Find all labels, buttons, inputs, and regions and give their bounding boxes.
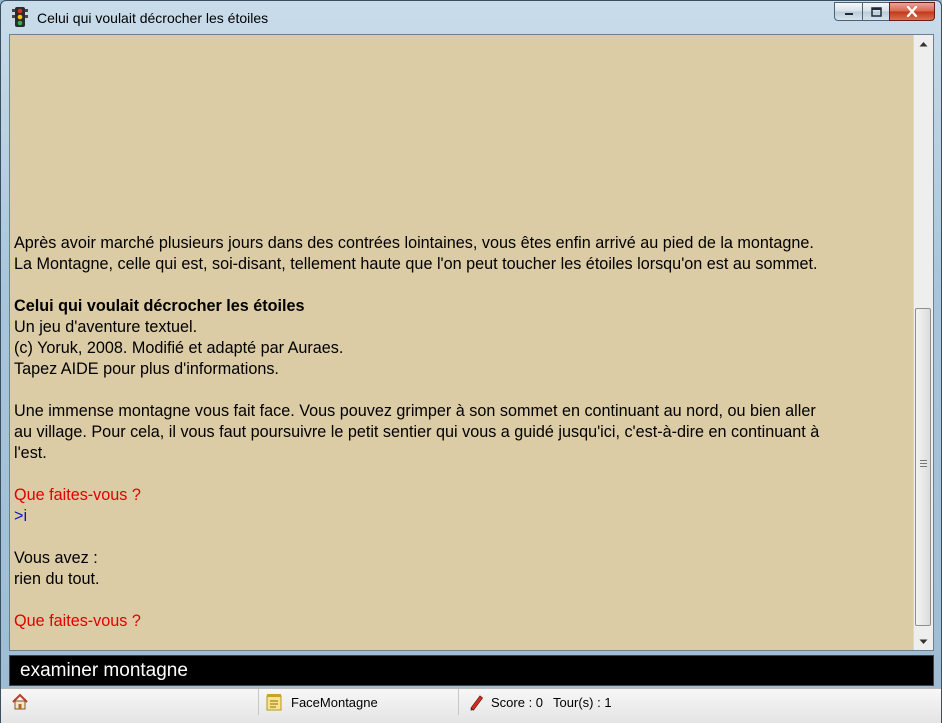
command-echo: >i xyxy=(14,507,28,525)
status-room: FaceMontagne xyxy=(259,689,459,715)
intro-line-1: Après avoir marché plusieurs jours dans … xyxy=(14,234,814,252)
room-description-line-3: l'est. xyxy=(14,444,47,462)
window-title: Celui qui voulait décrocher les étoiles xyxy=(37,10,269,26)
home-icon[interactable] xyxy=(11,693,29,711)
notepad-icon xyxy=(266,694,282,711)
status-bar: FaceMontagne Score : 0 Tour(s) : 1 xyxy=(1,688,941,723)
maximize-icon xyxy=(870,6,882,17)
scroll-down-button[interactable] xyxy=(914,633,933,650)
inventory-header: Vous avez : xyxy=(14,549,98,567)
title-bar[interactable]: Celui qui voulait décrocher les étoiles xyxy=(1,1,941,33)
game-credits: (c) Yoruk, 2008. Modifié et adapté par A… xyxy=(14,339,344,357)
game-subtitle: Un jeu d'aventure textuel. xyxy=(14,318,198,336)
close-icon xyxy=(906,6,918,17)
room-description-line-1: Une immense montagne vous fait face. Vou… xyxy=(14,402,816,420)
story-panel: Après avoir marché plusieurs jours dans … xyxy=(9,34,934,651)
app-window: Celui qui voulait décrocher les étoiles … xyxy=(0,0,942,723)
minimize-button[interactable] xyxy=(834,2,862,21)
pencil-icon xyxy=(470,695,484,711)
scrollbar-thumb[interactable] xyxy=(915,308,931,626)
prompt-text: Que faites-vous ? xyxy=(14,486,141,504)
grip-icon xyxy=(920,460,927,467)
help-hint: Tapez AIDE pour plus d'informations. xyxy=(14,360,279,378)
traffic-light-icon xyxy=(12,7,28,27)
close-button[interactable] xyxy=(889,2,935,21)
room-name: FaceMontagne xyxy=(291,694,378,710)
game-title: Celui qui voulait décrocher les étoiles xyxy=(14,297,305,315)
intro-line-2: La Montagne, celle qui est, soi-disant, … xyxy=(14,255,818,273)
maximize-button[interactable] xyxy=(862,2,889,21)
inventory-content: rien du tout. xyxy=(14,570,100,588)
prompt-text: Que faites-vous ? xyxy=(14,612,141,630)
room-description-line-2: au village. Pour cela, il vous faut pour… xyxy=(14,423,820,441)
command-input[interactable] xyxy=(10,656,933,685)
status-home xyxy=(1,689,259,715)
turns-text: Tour(s) : 1 xyxy=(553,694,612,710)
command-bar xyxy=(9,655,934,686)
story-text-area[interactable]: Après avoir marché plusieurs jours dans … xyxy=(14,35,910,650)
status-score: Score : 0 Tour(s) : 1 xyxy=(459,689,941,715)
vertical-scrollbar[interactable] xyxy=(913,35,933,650)
caption-buttons xyxy=(834,2,935,22)
score-text: Score : 0 xyxy=(491,694,544,710)
minimize-icon xyxy=(844,12,853,15)
chevron-down-icon xyxy=(919,639,928,644)
scroll-up-button[interactable] xyxy=(914,35,933,52)
chevron-up-icon xyxy=(919,41,928,46)
